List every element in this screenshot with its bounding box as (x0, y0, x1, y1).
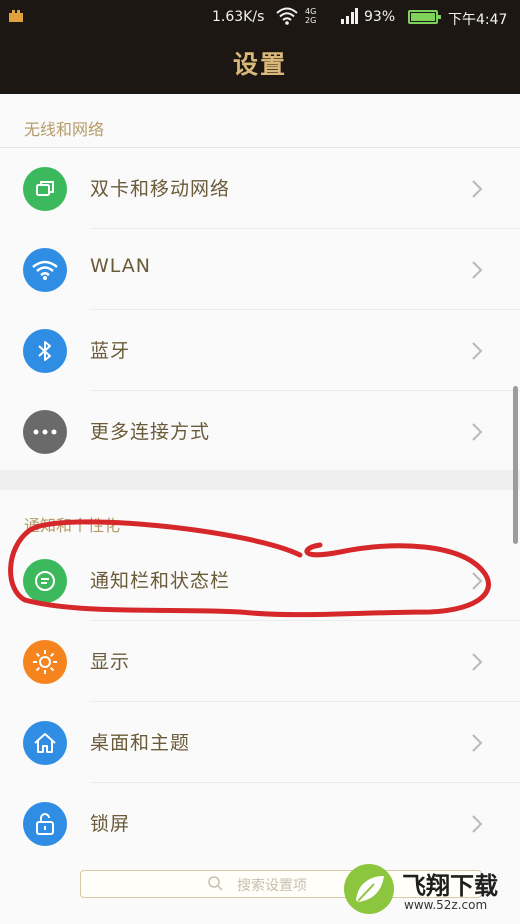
settings-item-label: 通知栏和状态栏 (90, 570, 231, 592)
wifi-icon (23, 248, 67, 292)
sim-card-icon (23, 167, 67, 211)
settings-item-label: 桌面和主题 (90, 732, 191, 754)
settings-item-lock-screen[interactable]: 锁屏 (0, 783, 520, 864)
settings-item-label: 显示 (90, 651, 131, 673)
settings-item-label: 蓝牙 (90, 340, 131, 362)
clock: 下午4:47 (448, 12, 508, 28)
home-icon (23, 721, 67, 765)
settings-item-wlan[interactable]: WLAN (0, 229, 520, 310)
section-title: 无线和网络 (24, 120, 105, 139)
notification-icon (23, 559, 67, 603)
settings-item-label: 锁屏 (90, 813, 131, 835)
search-placeholder: 搜索设置项 (237, 878, 307, 894)
status-bar: 1.63K/s 4G 2G 93% 下午4:47 (0, 0, 520, 36)
lock-icon (23, 802, 67, 846)
settings-item-display[interactable]: 显示 (0, 621, 520, 702)
network-speed: 1.63K/s (212, 9, 265, 25)
chevron-right-icon (472, 423, 483, 441)
brightness-icon (23, 640, 67, 684)
battery-icon (408, 10, 441, 24)
settings-item-more-connections[interactable]: 更多连接方式 (0, 391, 520, 472)
chevron-right-icon (472, 261, 483, 279)
settings-item-label: 双卡和移动网络 (90, 178, 231, 200)
chevron-right-icon (472, 815, 483, 833)
watermark-url: www.52z.com (404, 898, 488, 912)
search-icon (208, 876, 223, 891)
battery-percent: 93% (364, 9, 396, 25)
watermark-brand: 飞翔下载 (402, 872, 498, 900)
section-title: 通知和个性化 (24, 516, 121, 535)
wifi-status-icon (276, 7, 298, 25)
settings-item-notification-status-bar[interactable]: 通知栏和状态栏 (0, 540, 520, 621)
chevron-right-icon (472, 180, 483, 198)
bluetooth-icon (23, 329, 67, 373)
scrollbar[interactable] (513, 386, 518, 544)
settings-item-desktop-theme[interactable]: 桌面和主题 (0, 702, 520, 783)
chevron-right-icon (472, 572, 483, 590)
settings-item-label: 更多连接方式 (90, 421, 211, 443)
chevron-right-icon (472, 734, 483, 752)
section-header-personalization: 通知和个性化 (0, 490, 520, 544)
network-type: 4G 2G (305, 7, 317, 25)
leaf-logo-icon (344, 864, 394, 914)
section-gap (0, 470, 520, 490)
settings-item-label: WLAN (90, 255, 152, 277)
watermark: 飞翔下载 www.52z.com (340, 860, 518, 920)
page-title: 设置 (232, 50, 287, 79)
settings-item-bluetooth[interactable]: 蓝牙 (0, 310, 520, 391)
more-dots-icon (23, 410, 67, 454)
title-bar: 设置 (0, 36, 520, 94)
section-header-wireless: 无线和网络 (0, 94, 520, 148)
chevron-right-icon (472, 653, 483, 671)
settings-item-dual-sim[interactable]: 双卡和移动网络 (0, 148, 520, 229)
signal-icon (341, 8, 358, 24)
chevron-right-icon (472, 342, 483, 360)
notification-app-icon (9, 10, 23, 22)
